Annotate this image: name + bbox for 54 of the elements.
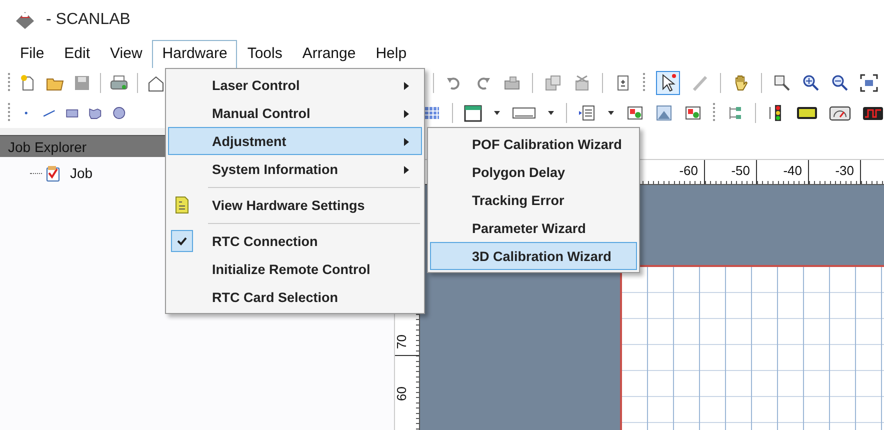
house-icon[interactable] bbox=[147, 74, 165, 92]
menu-item[interactable]: Hardware bbox=[152, 40, 238, 68]
zoom-window-icon[interactable] bbox=[773, 74, 791, 92]
binary-display-icon[interactable] bbox=[796, 104, 818, 122]
tray-icon[interactable] bbox=[503, 74, 521, 92]
submenu-arrow-icon bbox=[404, 110, 409, 118]
menu-item[interactable]: View Hardware Settings bbox=[168, 191, 422, 219]
menu-item[interactable]: Tracking Error bbox=[430, 186, 637, 214]
image-icon[interactable] bbox=[626, 104, 644, 122]
tree-item[interactable]: Job bbox=[70, 165, 93, 181]
submenu-arrow-icon bbox=[404, 138, 409, 146]
delete-icon[interactable] bbox=[573, 74, 591, 92]
calendar-icon[interactable] bbox=[464, 104, 482, 122]
ruler-label: -40 bbox=[757, 160, 809, 184]
ruler-label: -50 bbox=[705, 160, 757, 184]
settings-sheet-icon bbox=[175, 196, 189, 214]
submenu-arrow-icon bbox=[404, 166, 409, 174]
menu-item[interactable]: 3D Calibration Wizard bbox=[430, 242, 637, 270]
zoom-in-icon[interactable] bbox=[802, 74, 820, 92]
menu-item[interactable]: Tools bbox=[237, 40, 292, 68]
grid-icon[interactable] bbox=[423, 104, 441, 122]
menu-item[interactable]: System Information bbox=[168, 155, 422, 183]
menu-item[interactable]: Polygon Delay bbox=[430, 158, 637, 186]
menu-item[interactable]: Initialize Remote Control bbox=[168, 255, 422, 283]
image-icon[interactable] bbox=[655, 104, 673, 122]
menu-item[interactable]: Adjustment bbox=[168, 127, 422, 155]
image-icon[interactable] bbox=[684, 104, 702, 122]
zoom-out-icon[interactable] bbox=[831, 74, 849, 92]
menu-item[interactable]: Edit bbox=[54, 40, 100, 68]
select-tool-icon[interactable] bbox=[656, 71, 680, 95]
menu-item[interactable]: Arrange bbox=[292, 40, 366, 68]
printer-icon[interactable] bbox=[110, 74, 128, 92]
app-logo-icon bbox=[14, 10, 36, 30]
menu-item[interactable]: RTC Connection bbox=[168, 227, 422, 255]
save-icon[interactable] bbox=[73, 74, 91, 92]
pulse-signal-icon[interactable] bbox=[862, 104, 884, 122]
menu-item[interactable]: File bbox=[10, 40, 54, 68]
ruler-label: 60 bbox=[395, 355, 419, 407]
gauge-icon[interactable] bbox=[829, 104, 851, 122]
menu-item[interactable]: View bbox=[100, 40, 152, 68]
menu-item[interactable]: Manual Control bbox=[168, 99, 422, 127]
circle-tool-icon[interactable] bbox=[112, 104, 126, 122]
menu-item[interactable]: Parameter Wizard bbox=[430, 214, 637, 242]
list-icon[interactable] bbox=[578, 104, 596, 122]
menu-item[interactable]: POF Calibration Wizard bbox=[430, 130, 637, 158]
menu-item[interactable]: Laser Control bbox=[168, 71, 422, 99]
menu-item[interactable]: Help bbox=[366, 40, 417, 68]
job-icon bbox=[44, 165, 62, 183]
ruler-label: -60 bbox=[653, 160, 705, 184]
fit-view-icon[interactable] bbox=[860, 74, 878, 92]
window-title: - SCANLAB bbox=[46, 11, 130, 29]
ruler-label: -30 bbox=[809, 160, 861, 184]
submenu-arrow-icon bbox=[404, 82, 409, 90]
copy-icon[interactable] bbox=[544, 74, 562, 92]
